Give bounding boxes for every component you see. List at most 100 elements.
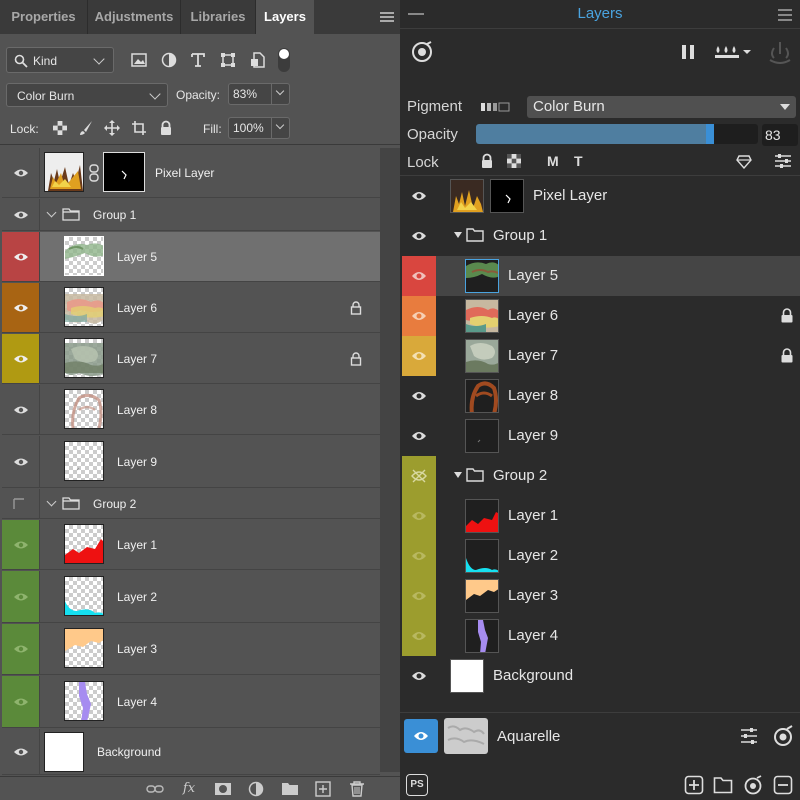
layer-thumbnail[interactable]	[44, 732, 84, 772]
layer-thumbnail[interactable]	[64, 576, 104, 616]
layer-mask-thumbnail[interactable]	[490, 179, 524, 213]
layer-thumbnail[interactable]	[465, 419, 499, 453]
layer-thumbnail[interactable]	[465, 499, 499, 533]
expand-arrow-icon[interactable]	[454, 472, 462, 478]
lock-text-button[interactable]: T	[574, 153, 583, 169]
tab-properties[interactable]: Properties	[0, 0, 88, 34]
pause-icon[interactable]	[680, 44, 696, 60]
filter-smart-object-icon[interactable]	[249, 51, 267, 69]
layer-row-layer-5[interactable]: Layer 5	[402, 256, 800, 296]
link-icon[interactable]	[88, 164, 100, 182]
filter-adjustment-icon[interactable]	[160, 51, 178, 69]
layer-row-background[interactable]: Background	[2, 729, 380, 775]
visibility-toggle[interactable]	[402, 416, 436, 456]
layer-row-background[interactable]: Background	[402, 656, 800, 696]
blend-mode-dropdown[interactable]: Color Burn	[527, 96, 796, 118]
layer-row-layer-4[interactable]: Layer 4	[402, 616, 800, 656]
ps-compat-badge[interactable]: PS	[406, 774, 428, 796]
layer-thumbnail[interactable]	[465, 259, 499, 293]
visibility-toggle[interactable]	[402, 216, 436, 256]
visibility-toggle[interactable]	[402, 496, 436, 536]
layer-row-layer-8[interactable]: Layer 8	[402, 376, 800, 416]
lock-transparency-icon[interactable]	[506, 153, 522, 169]
layer-thumbnail[interactable]	[64, 524, 104, 564]
chevron-down-icon[interactable]	[47, 497, 57, 507]
visibility-toggle[interactable]	[2, 520, 40, 569]
brush-layer-icon[interactable]	[410, 40, 434, 64]
watercolor-icon[interactable]	[766, 40, 794, 64]
visibility-toggle[interactable]	[402, 456, 436, 496]
lock-icon[interactable]	[479, 153, 495, 169]
layer-thumbnail[interactable]	[465, 539, 499, 573]
fill-input[interactable]: 100%	[228, 117, 290, 139]
layer-row-layer-3[interactable]: Layer 3	[402, 576, 800, 616]
visibility-toggle[interactable]	[2, 624, 40, 674]
layer-row-layer-5[interactable]: Layer 5	[2, 232, 380, 282]
opacity-value-field[interactable]: 83	[762, 124, 798, 146]
lock-all-icon[interactable]	[158, 120, 174, 136]
visibility-toggle[interactable]	[2, 148, 40, 197]
opacity-dropdown[interactable]	[271, 84, 289, 104]
add-brush-layer-icon[interactable]	[743, 775, 763, 795]
visibility-toggle[interactable]	[2, 489, 40, 518]
visibility-toggle[interactable]	[402, 576, 436, 616]
filter-type-icon[interactable]	[189, 51, 207, 69]
layer-row-layer-7[interactable]: Layer 7	[402, 336, 800, 376]
lock-artboard-icon[interactable]	[131, 120, 147, 136]
visibility-toggle[interactable]	[2, 334, 40, 383]
layer-row-layer-2[interactable]: Layer 2	[2, 571, 380, 623]
lock-position-icon[interactable]	[104, 120, 120, 136]
layer-thumbnail[interactable]	[465, 379, 499, 413]
layer-thumbnail[interactable]	[44, 152, 84, 192]
panel-menu-icon[interactable]	[380, 10, 394, 24]
layer-thumbnail[interactable]	[64, 338, 104, 378]
tab-adjustments[interactable]: Adjustments	[88, 0, 181, 34]
visibility-toggle[interactable]	[2, 571, 40, 622]
visibility-toggle[interactable]	[402, 616, 436, 656]
layer-row-pixel-layer[interactable]: Pixel Layer	[2, 148, 380, 198]
chevron-down-icon[interactable]	[47, 208, 57, 218]
adjustment-icon[interactable]	[247, 781, 265, 797]
panel-menu-icon[interactable]	[778, 6, 792, 24]
diamond-icon[interactable]	[736, 155, 752, 169]
filter-toggle[interactable]	[278, 48, 290, 72]
layers-scrollbar[interactable]	[380, 148, 400, 772]
filter-pixel-icon[interactable]	[130, 51, 148, 69]
layer-row-layer-1[interactable]: Layer 1	[402, 496, 800, 536]
brush-visibility-toggle[interactable]	[404, 719, 438, 753]
visibility-toggle[interactable]	[2, 385, 40, 434]
visibility-toggle[interactable]	[402, 376, 436, 416]
wet-edges-dropdown-icon[interactable]	[714, 42, 754, 62]
opacity-slider-handle[interactable]	[706, 124, 714, 144]
blend-mode-dropdown[interactable]: Color Burn	[6, 83, 168, 107]
layer-thumbnail[interactable]	[450, 659, 484, 693]
opacity-input[interactable]: 83%	[228, 83, 290, 105]
layer-row-pixel-layer[interactable]: Pixel Layer	[402, 176, 800, 216]
visibility-toggle[interactable]	[2, 199, 40, 230]
folder-icon[interactable]	[281, 781, 299, 797]
layer-row-layer-9[interactable]: Layer 9	[2, 436, 380, 488]
delete-layer-icon[interactable]	[773, 775, 793, 795]
layer-row-group-1[interactable]: Group 1	[402, 216, 800, 256]
layer-row-layer-9[interactable]: Layer 9	[402, 416, 800, 456]
expand-arrow-icon[interactable]	[454, 232, 462, 238]
layer-row-layer-2[interactable]: Layer 2	[402, 536, 800, 576]
add-group-icon[interactable]	[713, 775, 733, 795]
brush-engine-icon[interactable]	[772, 725, 794, 747]
lock-image-pixels-icon[interactable]	[78, 120, 94, 136]
layer-thumbnail[interactable]	[465, 619, 499, 653]
layer-thumbnail[interactable]	[64, 681, 104, 721]
layer-row-layer-1[interactable]: Layer 1	[2, 520, 380, 570]
visibility-toggle[interactable]	[2, 283, 40, 332]
pigment-icon[interactable]	[480, 100, 510, 114]
add-layer-icon[interactable]	[684, 775, 704, 795]
lock-transparent-pixels-icon[interactable]	[52, 120, 68, 136]
visibility-toggle[interactable]	[2, 436, 40, 487]
layer-row-layer-8[interactable]: Layer 8	[2, 385, 380, 435]
layer-thumbnail[interactable]	[64, 628, 104, 668]
layer-row-layer-4[interactable]: Layer 4	[2, 676, 380, 728]
tab-libraries[interactable]: Libraries	[181, 0, 256, 34]
layer-thumbnail[interactable]	[450, 179, 484, 213]
tab-layers[interactable]: Layers	[256, 0, 314, 34]
visibility-toggle[interactable]	[402, 656, 436, 696]
